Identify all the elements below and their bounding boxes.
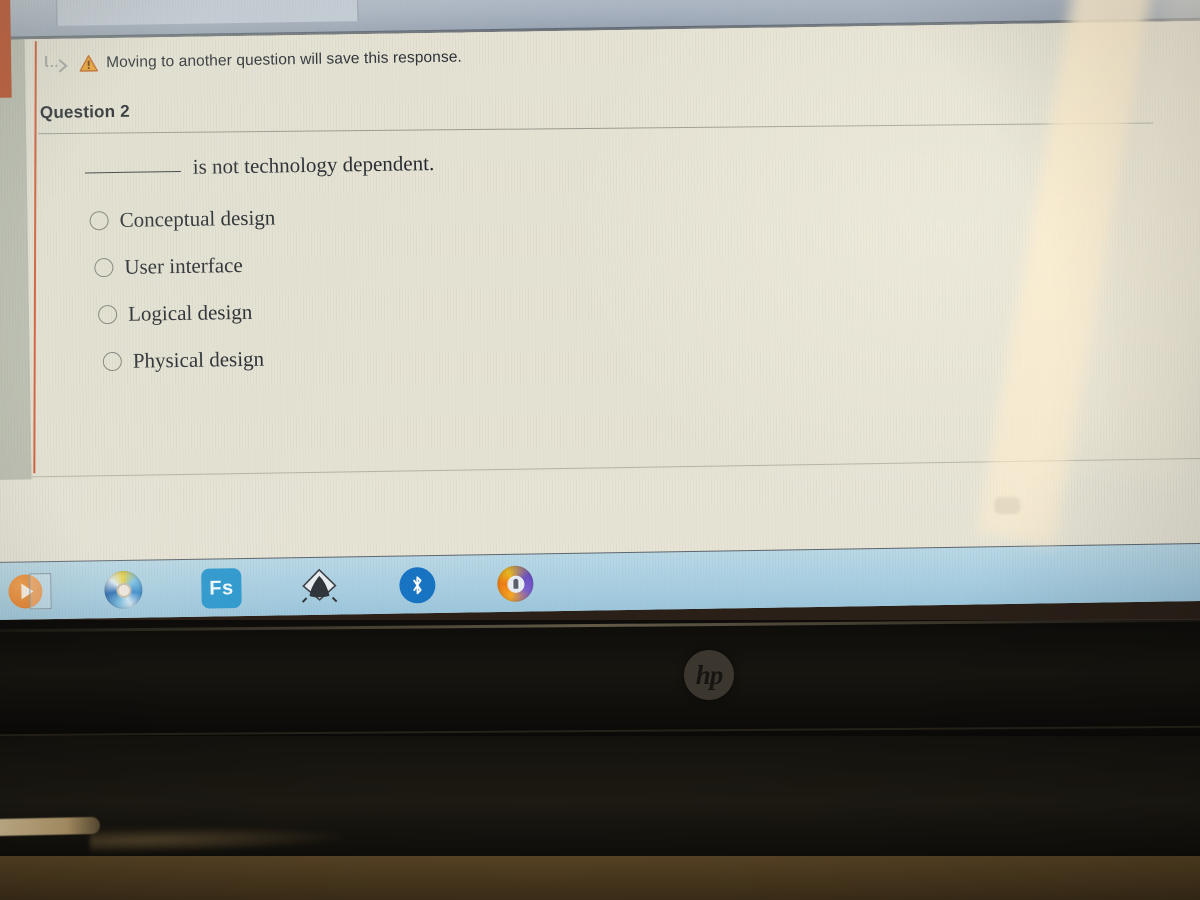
taskbar-spacer (439, 584, 485, 585)
cd-disc-icon[interactable] (101, 568, 146, 613)
fs-tile-label: Fs (201, 568, 242, 609)
radio-button[interactable] (89, 211, 109, 231)
question-stem-text: is not technology dependent. (192, 150, 435, 179)
answer-option-physical-design[interactable]: Physical design (102, 333, 437, 385)
disc-glyph (104, 570, 143, 610)
taskbar-spacer (47, 590, 93, 591)
answer-blank (84, 170, 181, 174)
desk-surface (0, 856, 1200, 900)
dotted-arrow-icon (43, 53, 71, 75)
laptop-bezel (0, 620, 1200, 738)
taskbar-spacer (341, 586, 387, 587)
save-warning-banner: Moving to another question will save thi… (43, 47, 462, 76)
bluetooth-icon[interactable] (395, 563, 440, 608)
fs-app-icon[interactable]: Fs (199, 566, 244, 611)
chassis-light-strip (0, 816, 101, 837)
orange-header-block (0, 0, 12, 98)
save-warning-text: Moving to another question will save thi… (106, 48, 463, 72)
answer-options: Conceptual design User interface Logical… (85, 192, 437, 385)
question-body: is not technology dependent. Conceptual … (84, 150, 438, 385)
hp-logo-text: hp (695, 659, 724, 690)
hp-logo: hp (684, 650, 734, 700)
answer-option-logical-design[interactable]: Logical design (97, 286, 437, 338)
laptop-screen: Moving to another question will save thi… (0, 0, 1200, 620)
laptop-photo: Moving to another question will save thi… (0, 0, 1200, 900)
answer-option-label: Logical design (127, 299, 253, 326)
media-player-window-outline (29, 573, 52, 610)
radio-button[interactable] (97, 304, 118, 325)
taskbar-spacer (145, 589, 191, 590)
keyhole-glyph (512, 578, 518, 589)
answer-option-user-interface[interactable]: User interface (94, 239, 436, 291)
answer-option-label: Physical design (132, 346, 265, 373)
inkscape-icon[interactable] (297, 564, 342, 609)
warning-triangle-icon (79, 54, 99, 72)
answer-option-label: Conceptual design (119, 205, 276, 232)
heading-divider (38, 122, 1154, 135)
question-stem: is not technology dependent. (84, 150, 435, 181)
quiz-panel: Moving to another question will save thi… (24, 20, 1200, 480)
answer-option-conceptual-design[interactable]: Conceptual design (89, 192, 435, 244)
inkscape-glyph (301, 568, 338, 603)
chassis-detail (89, 823, 351, 855)
screen-smudge (994, 496, 1021, 515)
bluetooth-glyph (399, 567, 436, 604)
page-title: Question 2 (39, 101, 130, 123)
secure-browser-icon[interactable] (493, 561, 538, 606)
media-player-icon[interactable] (3, 569, 52, 614)
answer-option-label: User interface (124, 253, 243, 279)
browser-tab[interactable] (55, 0, 359, 26)
radio-button[interactable] (102, 351, 122, 372)
radio-button[interactable] (94, 258, 114, 278)
taskbar-spacer (243, 587, 289, 588)
